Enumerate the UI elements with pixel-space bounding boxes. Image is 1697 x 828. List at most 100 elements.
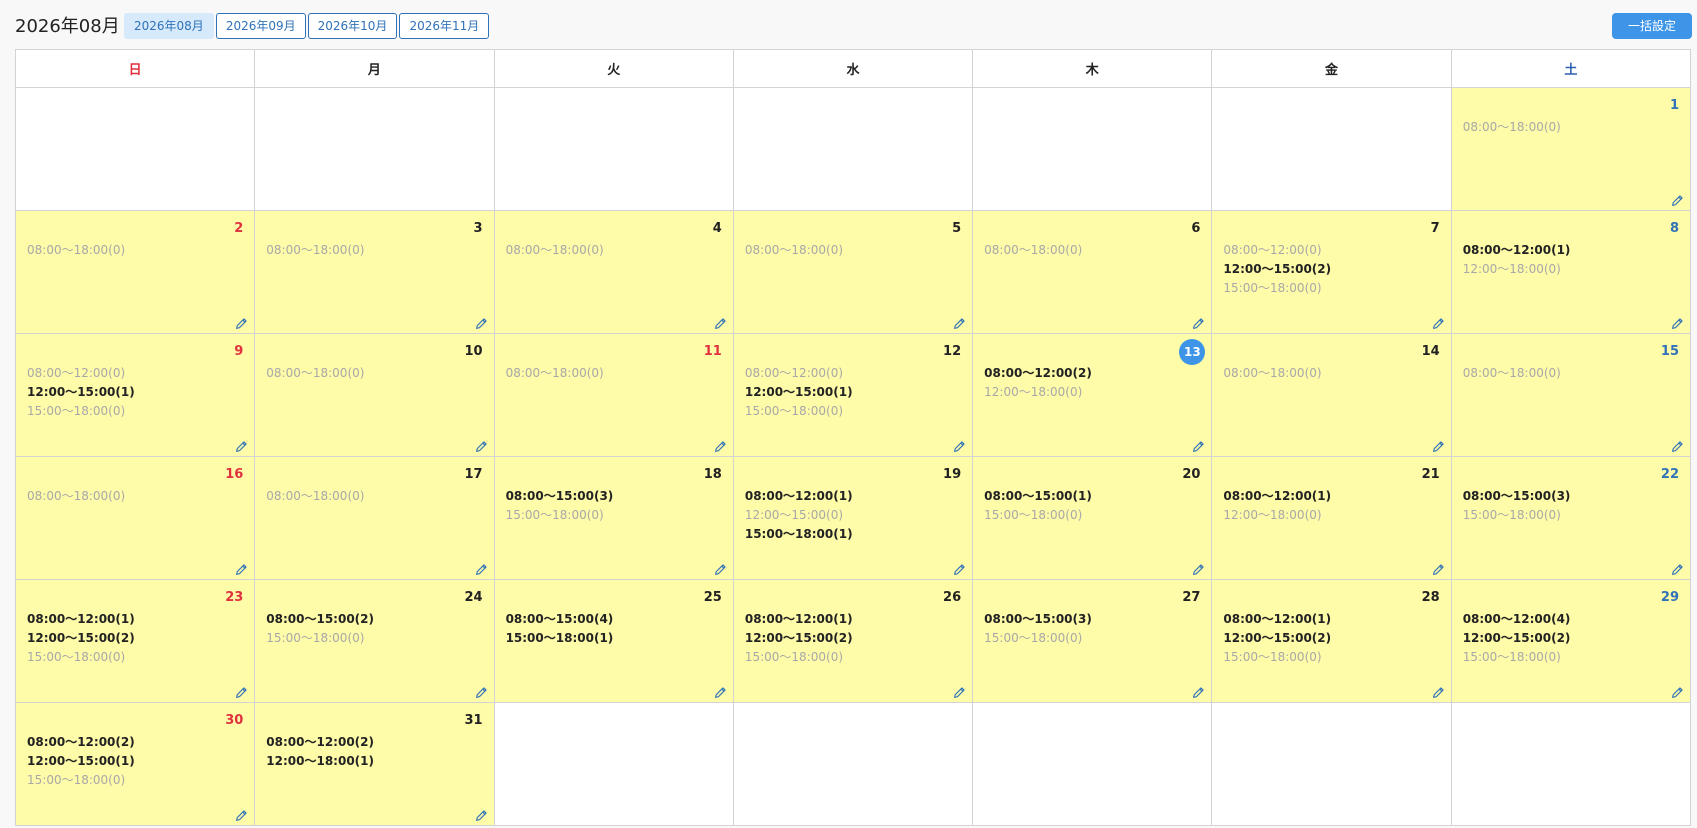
pencil-icon[interactable]: [235, 561, 248, 575]
pencil-icon[interactable]: [1432, 438, 1445, 452]
calendar-day-7[interactable]: 7 08:00〜12:00(0) 12:00〜15:00(2) 15:00〜18:00…: [1211, 210, 1452, 334]
calendar-day-26[interactable]: 26 08:00〜12:00(1) 12:00〜15:00(2) 15:00〜18:0…: [732, 579, 974, 703]
pencil-icon[interactable]: [953, 438, 966, 452]
calendar-day-16[interactable]: 16 08:00〜18:00(0): [14, 456, 256, 580]
day-number: 25: [703, 590, 722, 605]
pencil-icon[interactable]: [953, 561, 966, 575]
time-slot: 08:00〜15:00(4): [505, 612, 614, 626]
tab-month-2[interactable]: 2026年09月: [215, 13, 306, 39]
calendar-day-2[interactable]: 2 08:00〜18:00(0): [14, 210, 256, 334]
pencil-icon[interactable]: [475, 561, 488, 575]
day-number: 1: [1669, 98, 1679, 113]
calendar-day-14[interactable]: 14 08:00〜18:00(0): [1211, 333, 1452, 457]
calendar-day-12[interactable]: 12 08:00〜12:00(0) 12:00〜15:00(1) 15:00〜18:0…: [732, 333, 974, 457]
pencil-icon[interactable]: [953, 315, 966, 329]
pencil-icon[interactable]: [1671, 315, 1684, 329]
calendar-day-10[interactable]: 10 08:00〜18:00(0): [254, 333, 495, 457]
calendar-day-15[interactable]: 15 08:00〜18:00(0): [1450, 333, 1692, 457]
pencil-icon[interactable]: [1432, 315, 1445, 329]
time-slot: 08:00〜18:00(0): [266, 366, 365, 380]
day-number: 16: [225, 467, 244, 482]
calendar-day-28[interactable]: 28 08:00〜12:00(1) 12:00〜15:00(2) 15:00〜18:0…: [1211, 579, 1452, 703]
pencil-icon[interactable]: [475, 684, 488, 698]
time-slot: 12:00〜15:00(0): [744, 508, 844, 522]
tab-month-4[interactable]: 2026年11月: [399, 13, 490, 39]
pencil-icon[interactable]: [475, 807, 488, 821]
time-slot: 15:00〜18:00(1): [505, 631, 614, 645]
time-slot: 08:00〜12:00(0): [1223, 243, 1322, 257]
pencil-icon[interactable]: [475, 438, 488, 452]
pencil-icon[interactable]: [1192, 561, 1205, 575]
pencil-icon[interactable]: [1671, 438, 1684, 452]
time-slot-list: 08:00〜18:00(0): [266, 241, 364, 260]
time-slot: 08:00〜18:00(0): [266, 243, 365, 257]
calendar-day-18[interactable]: 18 08:00〜15:00(3) 15:00〜18:00(0): [493, 456, 734, 580]
pencil-icon[interactable]: [714, 438, 727, 452]
time-slot: 12:00〜15:00(1): [27, 385, 135, 399]
calendar-day-29[interactable]: 29 08:00〜12:00(4) 12:00〜15:00(2) 15:00〜18:0…: [1450, 579, 1692, 703]
weekday-thu: 木: [972, 49, 1213, 88]
calendar-empty-cell: [732, 702, 974, 826]
pencil-icon[interactable]: [1671, 684, 1684, 698]
calendar-day-19[interactable]: 19 08:00〜12:00(1) 12:00〜15:00(0) 15:00〜18:0…: [732, 456, 974, 580]
calendar-day-25[interactable]: 25 08:00〜15:00(4) 15:00〜18:00(1): [493, 579, 734, 703]
calendar-day-24[interactable]: 24 08:00〜15:00(2) 15:00〜18:00(0): [254, 579, 495, 703]
pencil-icon[interactable]: [235, 807, 248, 821]
time-slot: 08:00〜18:00(0): [505, 366, 604, 380]
day-number: 24: [464, 590, 483, 605]
pencil-icon[interactable]: [475, 315, 488, 329]
calendar-day-11[interactable]: 11 08:00〜18:00(0): [493, 333, 734, 457]
pencil-icon[interactable]: [1432, 684, 1445, 698]
time-slot-list: 08:00〜12:00(1) 12:00〜15:00(0) 15:00〜18:00(…: [745, 487, 853, 544]
pencil-icon[interactable]: [1192, 684, 1205, 698]
day-number: 19: [943, 467, 962, 482]
time-slot: 08:00〜12:00(2): [266, 735, 374, 749]
pencil-icon[interactable]: [1192, 438, 1205, 452]
pencil-icon[interactable]: [235, 315, 248, 329]
pencil-icon[interactable]: [235, 438, 248, 452]
calendar-day-5[interactable]: 5 08:00〜18:00(0): [732, 210, 974, 334]
calendar-day-9[interactable]: 9 08:00〜12:00(0) 12:00〜15:00(1) 15:00〜18:00…: [14, 333, 256, 457]
time-slot-list: 08:00〜15:00(1) 15:00〜18:00(0): [984, 487, 1092, 525]
weekday-tue: 火: [493, 49, 734, 88]
calendar-day-3[interactable]: 3 08:00〜18:00(0): [254, 210, 495, 334]
time-slot: 15:00〜18:00(0): [27, 650, 126, 664]
calendar-day-20[interactable]: 20 08:00〜15:00(1) 15:00〜18:00(0): [972, 456, 1213, 580]
pencil-icon[interactable]: [714, 684, 727, 698]
calendar-day-21[interactable]: 21 08:00〜12:00(1) 12:00〜18:00(0): [1211, 456, 1452, 580]
pencil-icon[interactable]: [235, 684, 248, 698]
time-slot: 12:00〜15:00(2): [27, 631, 135, 645]
calendar-day-4[interactable]: 4 08:00〜18:00(0): [493, 210, 734, 334]
calendar-day-23[interactable]: 23 08:00〜12:00(1) 12:00〜15:00(2) 15:00〜18:0…: [14, 579, 256, 703]
pencil-icon[interactable]: [953, 684, 966, 698]
pencil-icon[interactable]: [1192, 315, 1205, 329]
time-slot-list: 08:00〜15:00(3) 15:00〜18:00(0): [1463, 487, 1571, 525]
calendar-day-8[interactable]: 8 08:00〜12:00(1) 12:00〜18:00(0): [1450, 210, 1692, 334]
time-slot: 15:00〜18:00(0): [1462, 508, 1561, 522]
calendar-day-6[interactable]: 6 08:00〜18:00(0): [972, 210, 1213, 334]
day-number: 20: [1182, 467, 1201, 482]
pencil-icon[interactable]: [714, 561, 727, 575]
day-number: 26: [943, 590, 962, 605]
calendar-day-22[interactable]: 22 08:00〜15:00(3) 15:00〜18:00(0): [1450, 456, 1692, 580]
time-slot-list: 08:00〜18:00(0): [1223, 364, 1321, 383]
bulk-settings-button[interactable]: 一括設定: [1612, 13, 1692, 39]
pencil-icon[interactable]: [1432, 561, 1445, 575]
pencil-icon[interactable]: [1671, 192, 1684, 206]
pencil-icon[interactable]: [714, 315, 727, 329]
day-number: 28: [1421, 590, 1440, 605]
tab-month-3[interactable]: 2026年10月: [307, 13, 398, 39]
pencil-icon[interactable]: [1671, 561, 1684, 575]
tab-month-1[interactable]: 2026年08月: [124, 13, 214, 39]
time-slot-list: 08:00〜18:00(0): [266, 364, 364, 383]
calendar-day-13[interactable]: 13 08:00〜12:00(2) 12:00〜18:00(0): [972, 333, 1213, 457]
calendar-day-27[interactable]: 27 08:00〜15:00(3) 15:00〜18:00(0): [972, 579, 1213, 703]
calendar-day-30[interactable]: 30 08:00〜12:00(2) 12:00〜15:00(1) 15:00〜18:0…: [14, 702, 256, 826]
calendar-empty-cell: [493, 87, 734, 211]
calendar-day-1[interactable]: 1 08:00〜18:00(0): [1450, 87, 1692, 211]
weekday-header-row: 日 月 火 水 木 金 土: [14, 49, 1692, 88]
day-number: 8: [1669, 221, 1679, 236]
time-slot: 12:00〜15:00(1): [27, 754, 135, 768]
calendar-day-17[interactable]: 17 08:00〜18:00(0): [254, 456, 495, 580]
calendar-day-31[interactable]: 31 08:00〜12:00(2) 12:00〜18:00(1): [254, 702, 495, 826]
